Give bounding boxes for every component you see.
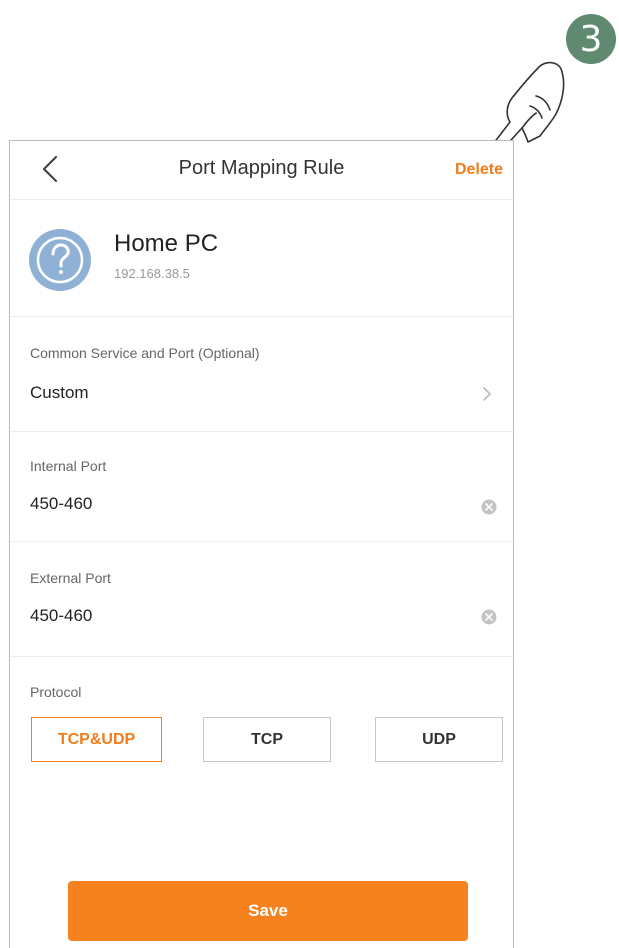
protocol-option-udp[interactable]: UDP	[375, 717, 503, 762]
protocol-option-tcp[interactable]: TCP	[203, 717, 331, 762]
device-info: Home PC 192.168.38.5	[10, 200, 513, 316]
protocol-label: Protocol	[30, 684, 82, 700]
navigation-bar: Port Mapping Rule Delete	[10, 141, 513, 199]
external-port-label: External Port	[30, 570, 111, 586]
phone-screen: Port Mapping Rule Delete Home PC 192.168…	[9, 140, 514, 948]
divider	[10, 656, 513, 657]
internal-port-input[interactable]: 450-460	[30, 494, 92, 514]
protocol-option-tcp-udp[interactable]: TCP&UDP	[31, 717, 162, 762]
device-name: Home PC	[114, 230, 219, 257]
question-icon	[29, 229, 91, 291]
service-label: Common Service and Port (Optional)	[30, 345, 260, 361]
page-title: Port Mapping Rule	[178, 157, 345, 179]
divider	[10, 431, 513, 432]
divider	[10, 541, 513, 542]
external-port-input[interactable]: 450-460	[30, 606, 92, 626]
service-select[interactable]: Custom	[30, 383, 89, 403]
divider	[10, 316, 513, 317]
internal-port-label: Internal Port	[30, 458, 107, 474]
clear-icon[interactable]	[481, 609, 497, 625]
clear-icon[interactable]	[481, 499, 497, 515]
chevron-right-icon[interactable]	[480, 386, 494, 402]
delete-button[interactable]: Delete	[455, 161, 503, 179]
save-button[interactable]: Save	[68, 881, 468, 941]
device-ip: 192.168.38.5	[114, 266, 190, 281]
